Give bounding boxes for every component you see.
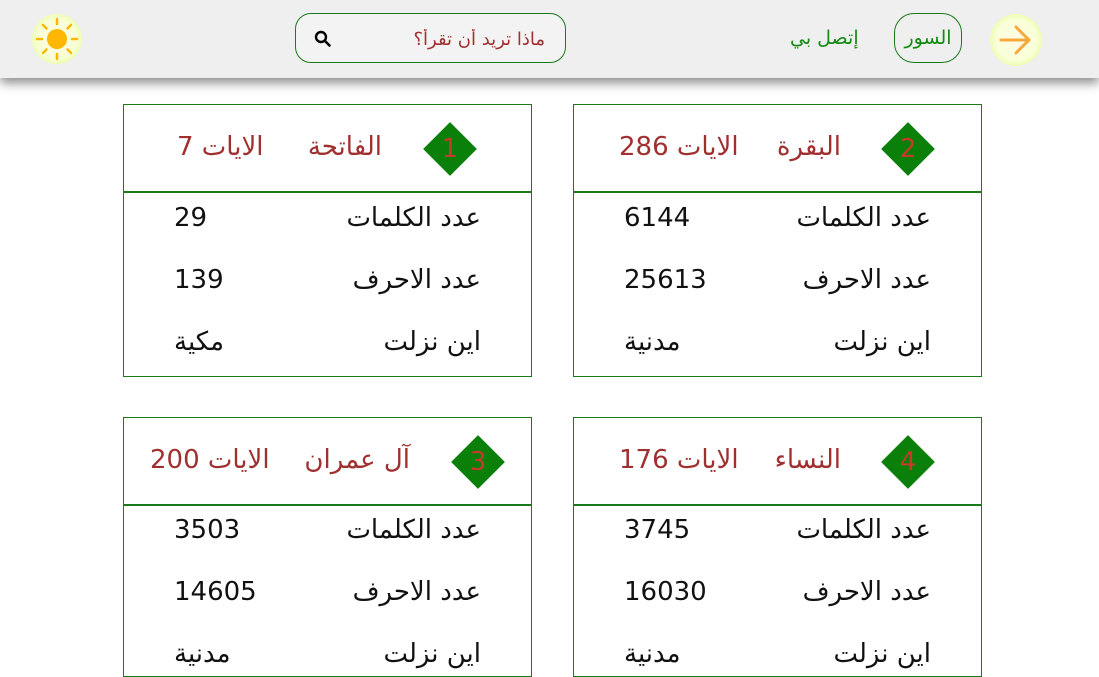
nav-surahs-button[interactable]: السور — [894, 13, 962, 63]
revealed-value: مدنية — [624, 639, 681, 669]
surah-name: الفاتحة — [307, 132, 382, 162]
letters-label: عدد الاحرف — [352, 577, 481, 607]
surah-number: 1 — [441, 134, 459, 164]
surah-card-header: 2 البقرة الايات 286 — [574, 105, 981, 193]
words-label: عدد الكلمات — [346, 515, 481, 545]
theme-toggle-button[interactable] — [32, 14, 82, 64]
letters-value: 139 — [174, 265, 224, 295]
surah-name: آل عمران — [304, 445, 410, 475]
words-value: 29 — [174, 203, 208, 233]
surah-name: النساء — [774, 445, 841, 475]
nav-contact-link[interactable]: إتصل بي — [790, 27, 859, 49]
revealed-label: اين نزلت — [383, 639, 481, 669]
surah-card[interactable]: 4 النساء الايات 176 عدد الكلمات 3745 عدد… — [573, 417, 982, 677]
letters-value: 14605 — [174, 577, 257, 607]
search-icon[interactable] — [314, 30, 332, 48]
revealed-label: اين نزلت — [833, 327, 931, 357]
surah-card[interactable]: 1 الفاتحة الايات 7 عدد الكلمات 29 عدد ال… — [123, 104, 532, 377]
surah-number-badge: 1 — [423, 122, 477, 176]
surah-number: 3 — [469, 447, 487, 477]
surah-name: البقرة — [776, 132, 841, 162]
revealed-value: مدنية — [624, 327, 681, 357]
surah-number: 2 — [899, 134, 917, 164]
letters-label: عدد الاحرف — [352, 265, 481, 295]
back-button[interactable] — [990, 14, 1042, 66]
surah-ayat-count: الايات 200 — [150, 445, 270, 475]
words-label: عدد الكلمات — [346, 203, 481, 233]
revealed-value: مدنية — [174, 639, 231, 669]
surah-ayat-count: الايات 286 — [619, 132, 739, 162]
surah-card[interactable]: 3 آل عمران الايات 200 عدد الكلمات 3503 ع… — [123, 417, 532, 677]
surah-card[interactable]: 2 البقرة الايات 286 عدد الكلمات 6144 عدد… — [573, 104, 982, 377]
revealed-value: مكية — [174, 327, 225, 357]
surah-number-badge: 4 — [881, 435, 935, 489]
surah-ayat-count: الايات 7 — [177, 132, 264, 162]
words-value: 3745 — [624, 515, 691, 545]
words-label: عدد الكلمات — [796, 515, 931, 545]
search-box — [295, 13, 566, 64]
revealed-label: اين نزلت — [383, 327, 481, 357]
revealed-label: اين نزلت — [833, 639, 931, 669]
surah-card-header: 3 آل عمران الايات 200 — [124, 418, 531, 506]
words-value: 6144 — [624, 203, 691, 233]
words-label: عدد الكلمات — [796, 203, 931, 233]
letters-label: عدد الاحرف — [802, 577, 931, 607]
surah-card-header: 1 الفاتحة الايات 7 — [124, 105, 531, 193]
surah-number-badge: 3 — [451, 435, 505, 489]
letters-value: 25613 — [624, 265, 707, 295]
surah-number-badge: 2 — [881, 122, 935, 176]
surah-number: 4 — [899, 447, 917, 477]
words-value: 3503 — [174, 515, 241, 545]
letters-value: 16030 — [624, 577, 707, 607]
top-navbar: إتصل بي السور — [0, 0, 1099, 78]
sun-icon — [35, 17, 79, 61]
surah-card-header: 4 النساء الايات 176 — [574, 418, 981, 506]
letters-label: عدد الاحرف — [802, 265, 931, 295]
surah-ayat-count: الايات 176 — [619, 445, 739, 475]
arrow-right-icon — [999, 25, 1031, 55]
search-input[interactable] — [343, 14, 547, 64]
